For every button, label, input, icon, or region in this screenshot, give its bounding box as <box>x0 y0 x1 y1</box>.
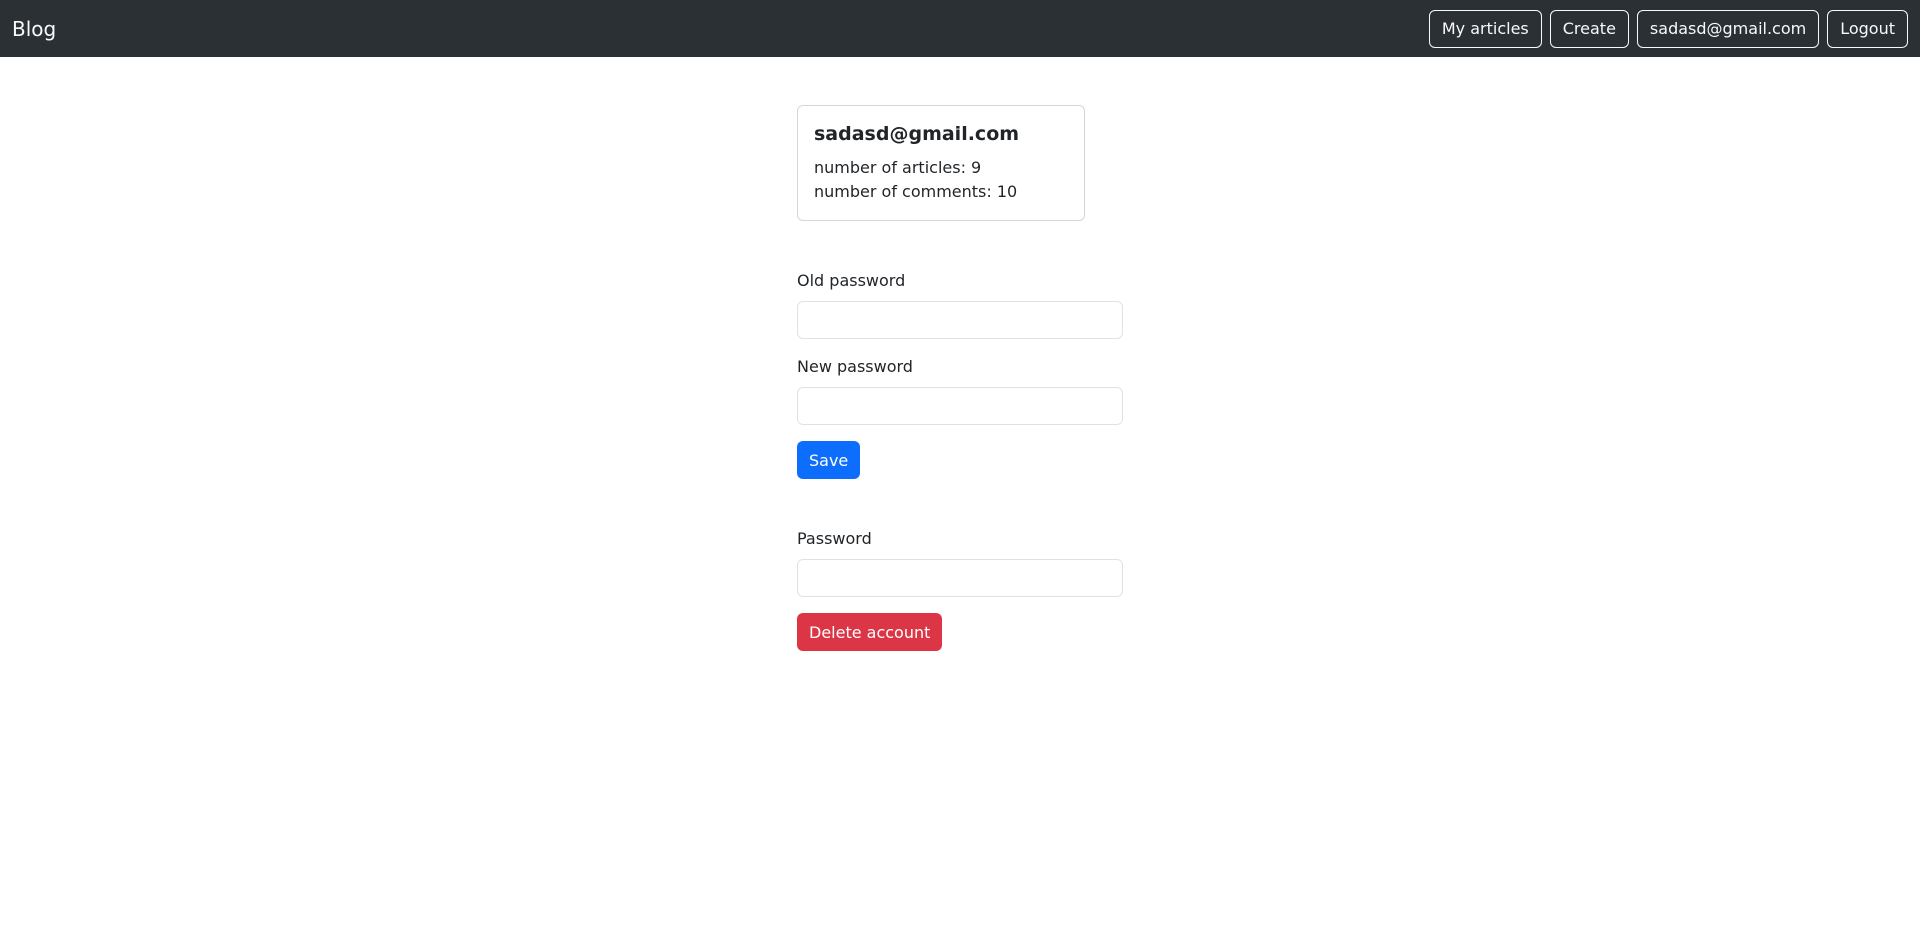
old-password-label: Old password <box>797 271 906 290</box>
delete-account-form: Password Delete account <box>797 527 1123 651</box>
logout-button[interactable]: Logout <box>1827 9 1908 48</box>
profile-email: sadasd@gmail.com <box>814 123 1020 145</box>
new-password-label: New password <box>797 357 913 376</box>
brand-link[interactable]: Blog <box>12 17 56 41</box>
nav-actions: My articles Create sadasd@gmail.com Logo… <box>1428 9 1908 48</box>
password-input[interactable] <box>797 559 1123 597</box>
my-articles-button[interactable]: My articles <box>1428 9 1542 48</box>
password-label: Password <box>797 529 872 548</box>
profile-card: sadasd@gmail.com number of articles: 9 n… <box>797 105 1085 221</box>
delete-account-button[interactable]: Delete account <box>797 613 943 651</box>
new-password-input[interactable] <box>797 387 1123 425</box>
old-password-input[interactable] <box>797 301 1123 339</box>
articles-count: number of articles: 9 <box>814 158 982 177</box>
create-button[interactable]: Create <box>1549 9 1629 48</box>
navbar: Blog My articles Create sadasd@gmail.com… <box>0 0 1920 57</box>
save-button[interactable]: Save <box>797 441 861 479</box>
change-password-form: Old password New password Save <box>797 269 1123 479</box>
user-email-button[interactable]: sadasd@gmail.com <box>1636 9 1820 48</box>
comments-count: number of comments: 10 <box>814 182 1018 201</box>
main-content: sadasd@gmail.com number of articles: 9 n… <box>797 57 1123 651</box>
